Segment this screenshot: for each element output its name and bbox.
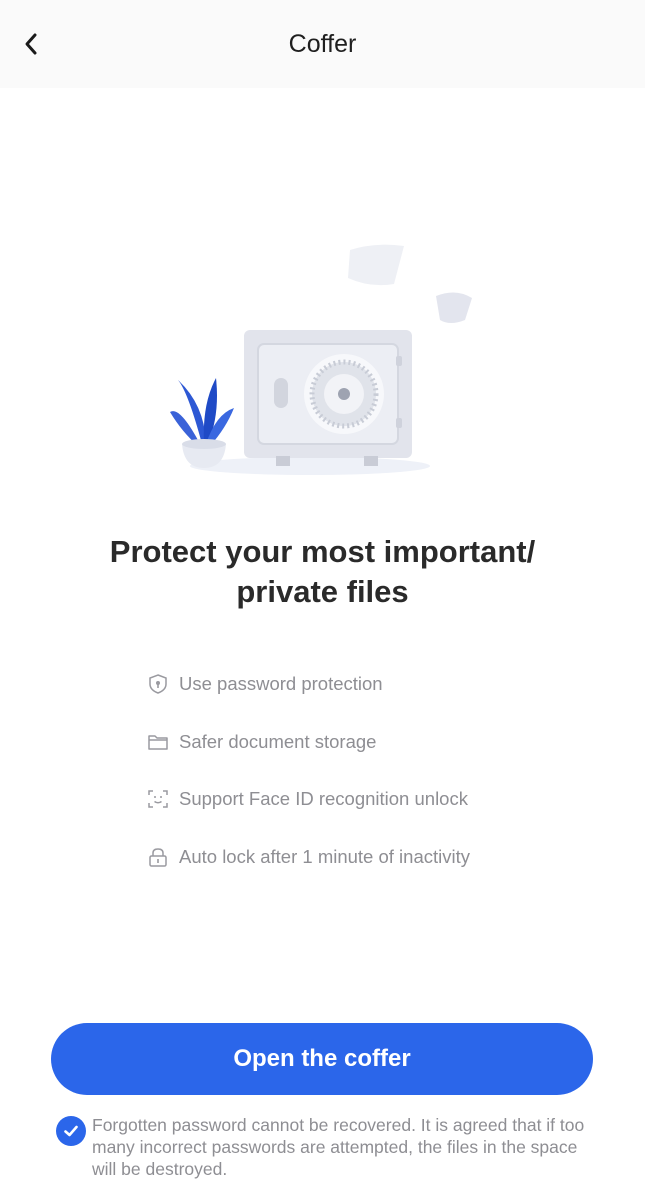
face-id-icon	[146, 787, 170, 811]
agreement-checkbox[interactable]	[56, 1116, 86, 1146]
feature-item-storage: Safer document storage	[146, 722, 606, 762]
folder-icon	[146, 730, 170, 754]
shield-lock-icon	[146, 672, 170, 696]
open-coffer-button[interactable]: Open the coffer	[51, 1023, 593, 1095]
safe-icon	[244, 330, 412, 466]
paper-icon	[436, 292, 472, 323]
headline-line-2: private files	[236, 574, 409, 609]
feature-label: Safer document storage	[179, 730, 377, 752]
feature-label: Support Face ID recognition unlock	[179, 788, 468, 809]
agreement-text: Forgotten password cannot be recovered. …	[92, 1115, 585, 1179]
feature-label: Use password protection	[179, 673, 383, 694]
lock-icon	[146, 845, 170, 869]
page-title: Coffer	[288, 30, 357, 58]
headline: Protect your most important/ private fil…	[40, 532, 605, 612]
feature-list: Use password protection Safer document s…	[146, 664, 606, 894]
feature-label: Auto lock after 1 minute of inactivity	[179, 845, 470, 867]
coffer-illustration	[160, 236, 490, 486]
feature-item-face-id: Support Face ID recognition unlock	[146, 779, 606, 819]
headline-line-1: Protect your most important/	[109, 534, 536, 569]
feature-item-password: Use password protection	[146, 664, 606, 704]
agreement: Forgotten password cannot be recovered. …	[56, 1114, 596, 1180]
paper-icon	[348, 244, 404, 286]
feature-item-auto-lock: Auto lock after 1 minute of inactivity	[146, 837, 606, 877]
navigation-bar: Coffer	[0, 0, 645, 88]
plant-icon	[170, 378, 234, 468]
checkmark-icon	[64, 1125, 78, 1137]
